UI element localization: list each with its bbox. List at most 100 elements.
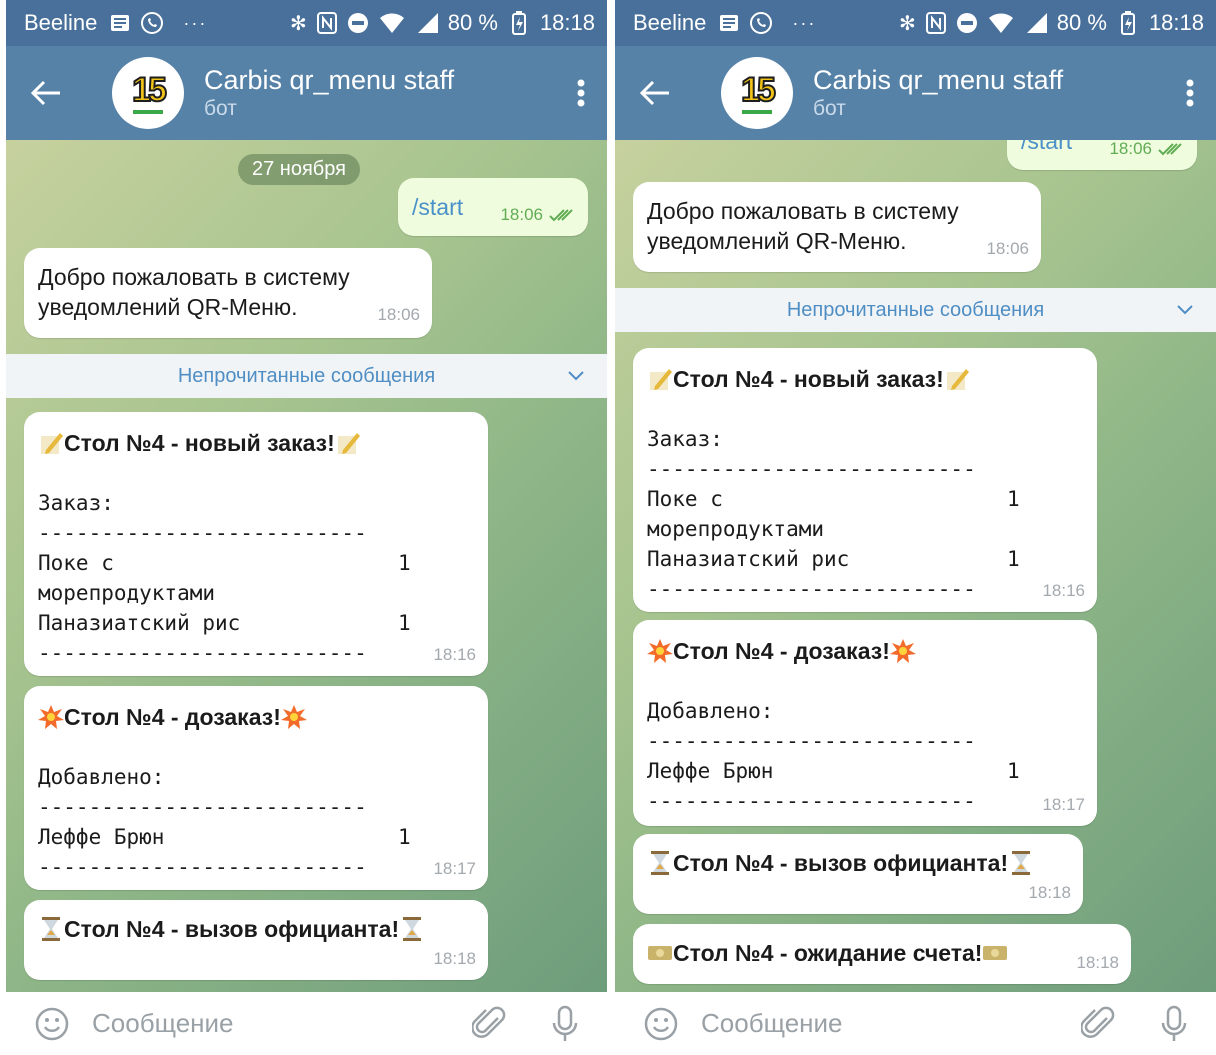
avatar[interactable]: 15	[112, 57, 184, 129]
message-title: Стол №4 - дозаказ!	[647, 636, 916, 666]
more-dots-icon: ···	[183, 12, 208, 33]
outgoing-message[interactable]: /start 18:06	[1007, 140, 1197, 170]
voice-button[interactable]	[1152, 1002, 1196, 1046]
nfc-icon	[316, 12, 337, 34]
message-time: 18:17	[1042, 795, 1085, 814]
bluetooth-icon: ✻	[899, 12, 916, 35]
news-icon	[110, 13, 130, 33]
outgoing-message[interactable]: /start 18:06	[398, 178, 588, 236]
avatar[interactable]: 15	[721, 57, 793, 129]
paperclip-icon	[1081, 1006, 1115, 1038]
message-time: 18:16	[433, 645, 476, 664]
order-label: Заказ:	[38, 491, 114, 515]
item-qty: 1	[1007, 547, 1020, 571]
item-qty: 1	[398, 611, 411, 635]
smile-icon	[35, 1007, 69, 1040]
waiter-title: Стол №4 - вызов официанта!	[64, 916, 400, 942]
message-meta: 18:18	[433, 944, 476, 974]
carrier-label: Beeline	[24, 10, 98, 35]
attach-button[interactable]	[467, 1002, 511, 1046]
chat-subtitle: бот	[204, 97, 237, 120]
message-list[interactable]: /start 18:06 Добро пожаловать в систему …	[615, 140, 1216, 992]
battery-charging-icon	[509, 11, 529, 35]
collision-icon	[889, 639, 916, 663]
memo-icon	[41, 433, 63, 454]
message-meta: 18:16	[1042, 576, 1085, 606]
chat-title-block[interactable]: Carbis qr_menu staff бот	[204, 64, 555, 122]
collision-icon	[647, 639, 673, 663]
news-icon	[719, 13, 739, 33]
voice-button[interactable]	[543, 1002, 587, 1046]
message-meta: 18:17	[433, 854, 476, 884]
attach-button[interactable]	[1076, 1002, 1120, 1046]
whatsapp-icon	[749, 11, 773, 35]
chat-header: 15 Carbis qr_menu staff бот	[615, 46, 1216, 140]
double-check-icon	[549, 209, 573, 222]
more-dots-icon: ···	[792, 12, 817, 33]
divider-line: --------------------------	[38, 855, 367, 879]
emoji-button[interactable]	[639, 1002, 683, 1046]
kebab-menu-icon	[1186, 79, 1194, 107]
arrow-left-icon	[639, 80, 669, 106]
order-message[interactable]: Стол №4 - новый заказ! Заказ: ----------…	[633, 348, 1097, 612]
more-menu-button[interactable]	[1164, 46, 1216, 140]
message-input[interactable]: Сообщение	[92, 1008, 467, 1039]
divider-line: --------------------------	[647, 457, 976, 481]
emoji-button[interactable]	[30, 1002, 74, 1046]
item-name: Поке с	[38, 551, 114, 575]
chat-title: Carbis qr_menu staff	[813, 65, 1064, 95]
divider-line: --------------------------	[38, 795, 367, 819]
addon-message[interactable]: Стол №4 - дозаказ! Добавлено: ----------…	[633, 620, 1097, 826]
message-line: Добро пожаловать в систему	[38, 264, 350, 290]
avatar-logo-bar	[133, 109, 163, 114]
item-name: морепродуктами	[647, 517, 825, 541]
bill-message[interactable]: Стол №4 - ожидание счета! 18:18	[633, 924, 1131, 984]
battery-percent: 80 %	[447, 10, 498, 35]
back-button[interactable]	[6, 46, 86, 140]
order-title: Стол №4 - новый заказ!	[673, 366, 944, 392]
order-title: Стол №4 - новый заказ!	[64, 430, 335, 456]
date-separator: 27 ноября	[238, 154, 360, 185]
message-line: уведомлений QR-Меню.	[647, 228, 907, 254]
addon-label: Добавлено:	[38, 765, 165, 789]
message-time: 18:06	[986, 239, 1029, 258]
order-label: Заказ:	[647, 427, 723, 451]
status-bar: Beeline ··· ✻ 80 % 18:18	[6, 0, 607, 46]
money-icon	[648, 946, 672, 960]
clock: 18:18	[539, 10, 595, 35]
message-text: /start	[412, 194, 464, 220]
hourglass-icon	[1012, 851, 1031, 875]
message-input[interactable]: Сообщение	[701, 1008, 1076, 1039]
more-menu-button[interactable]	[555, 46, 607, 140]
order-message[interactable]: Стол №4 - новый заказ! Заказ: ----------…	[24, 412, 488, 676]
chat-title: Carbis qr_menu staff	[204, 65, 455, 95]
memo-icon	[650, 369, 672, 390]
message-time: 18:06	[500, 205, 543, 224]
avatar-logo: 15	[131, 70, 168, 109]
waiter-call-message[interactable]: Стол №4 - вызов официанта! 18:18	[24, 900, 488, 980]
unread-messages-divider[interactable]: Непрочитанные сообщения	[615, 288, 1216, 332]
message-time: 18:16	[1042, 581, 1085, 600]
signal-icon	[415, 12, 439, 34]
dnd-icon	[347, 12, 369, 34]
unread-messages-divider[interactable]: Непрочитанные сообщения	[6, 354, 607, 398]
incoming-message[interactable]: Добро пожаловать в систему уведомлений Q…	[24, 248, 432, 338]
message-time: 18:18	[1028, 883, 1071, 902]
incoming-message[interactable]: Добро пожаловать в систему уведомлений Q…	[633, 182, 1041, 272]
phone-screen-right: Beeline ··· ✻ 80 % 18:18 15 Carbis qr_me…	[615, 0, 1216, 1055]
item-qty: 1	[398, 551, 411, 575]
back-button[interactable]	[615, 46, 695, 140]
item-name: Поке с	[647, 487, 723, 511]
message-time: 18:06	[1109, 140, 1152, 158]
bill-title: Стол №4 - ожидание счета!	[673, 940, 983, 966]
addon-message[interactable]: Стол №4 - дозаказ! Добавлено: ----------…	[24, 686, 488, 890]
waiter-call-message[interactable]: Стол №4 - вызов официанта! 18:18	[633, 834, 1083, 914]
message-list[interactable]: 27 ноября /start 18:06 Добро пожаловать …	[6, 140, 607, 992]
message-meta: 18:06	[377, 300, 420, 330]
memo-icon	[946, 369, 969, 390]
nfc-icon	[925, 12, 946, 34]
chat-title-block[interactable]: Carbis qr_menu staff бот	[813, 64, 1164, 122]
waiter-title: Стол №4 - вызов официанта!	[673, 850, 1009, 876]
dnd-icon	[956, 12, 978, 34]
collision-icon	[280, 705, 307, 729]
